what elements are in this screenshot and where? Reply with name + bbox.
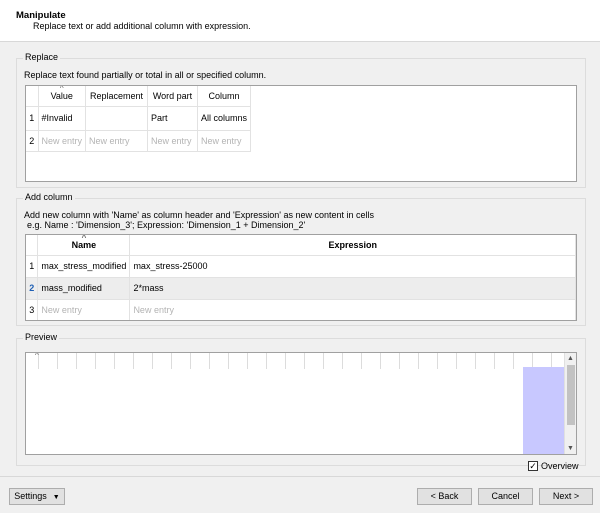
row-number: 1: [26, 106, 39, 131]
overview-label: Overview: [541, 461, 579, 471]
preview-column-divider: [399, 353, 400, 369]
cell-expression[interactable]: 2*mass: [129, 277, 576, 300]
back-button[interactable]: < Back: [417, 488, 472, 505]
preview-column-divider: [76, 353, 77, 369]
preview-column-divider: [342, 353, 343, 369]
cell-value[interactable]: #Invalid: [38, 106, 87, 131]
replace-table[interactable]: ^ Value Replacement Word part Column 1 #I…: [25, 85, 577, 182]
dialog-header: Manipulate Replace text or add additiona…: [0, 0, 600, 42]
scroll-up-icon[interactable]: ▲: [565, 353, 576, 364]
preview-column-divider: [285, 353, 286, 369]
preview-legend: Preview: [23, 332, 60, 342]
sort-caret-icon: ^: [35, 352, 39, 360]
replace-table-header: ^ Value Replacement Word part Column: [26, 86, 252, 107]
preview-column-divider: [323, 353, 324, 369]
preview-column-divider: [361, 353, 362, 369]
preview-column-divider: [304, 353, 305, 369]
next-button[interactable]: Next >: [539, 488, 593, 505]
add-column-legend: Add column: [23, 192, 75, 202]
add-column-group: Add column Add new column with 'Name' as…: [16, 192, 586, 326]
row-number: 2: [26, 130, 39, 152]
cell-name[interactable]: New entry: [37, 299, 131, 320]
replace-legend: Replace: [23, 52, 61, 62]
preview-overview-highlight: [523, 367, 566, 454]
cell-name[interactable]: max_stress_modified: [37, 255, 131, 278]
footer-divider: [0, 476, 600, 477]
sort-caret-icon: ^: [59, 86, 64, 93]
settings-button[interactable]: Settings ▼: [9, 488, 65, 505]
table-row[interactable]: 1 max_stress_modified max_stress-25000: [26, 255, 576, 278]
preview-column-divider: [171, 353, 172, 369]
preview-column-divider: [437, 353, 438, 369]
cell-replacement[interactable]: New entry: [85, 130, 149, 152]
overview-checkbox[interactable]: ✓: [528, 461, 538, 471]
table-row[interactable]: 1 #Invalid Part All columns: [26, 106, 252, 131]
preview-column-divider: [95, 353, 96, 369]
overview-toggle[interactable]: ✓ Overview: [528, 461, 579, 471]
preview-group: Preview ^ ▲ ▼ ✓ Overview: [16, 332, 586, 471]
row-number-header: [26, 86, 39, 107]
cell-replacement[interactable]: [85, 106, 149, 131]
replace-description: Replace text found partially or total in…: [24, 70, 267, 80]
preview-column-divider: [513, 353, 514, 369]
preview-column-divider: [114, 353, 115, 369]
add-column-table[interactable]: ^ Name Expression 1 max_stress_modified m…: [25, 234, 577, 321]
add-column-table-header: ^ Name Expression: [26, 235, 576, 256]
cell-expression[interactable]: max_stress-25000: [129, 255, 576, 278]
column-header-word-part[interactable]: Word part: [147, 86, 199, 107]
cancel-button[interactable]: Cancel: [478, 488, 533, 505]
cell-value[interactable]: New entry: [38, 130, 87, 152]
column-header-column[interactable]: Column: [197, 86, 252, 107]
dialog-subtitle: Replace text or add additional column wi…: [33, 21, 251, 31]
table-row-new-entry[interactable]: 3 New entry New entry: [26, 299, 576, 320]
replace-group: Replace Replace text found partially or …: [16, 52, 586, 188]
preview-column-divider: [190, 353, 191, 369]
column-header-replacement[interactable]: Replacement: [85, 86, 149, 107]
cell-expression[interactable]: New entry: [129, 299, 576, 320]
add-column-example: e.g. Name : 'Dimension_3'; Expression: '…: [27, 220, 306, 230]
column-header-value[interactable]: ^ Value: [38, 86, 87, 107]
preview-column-divider: [380, 353, 381, 369]
table-row-new-entry[interactable]: 2 New entry New entry New entry New entr…: [26, 130, 252, 152]
row-number: 2: [26, 277, 39, 300]
cell-word-part[interactable]: Part: [147, 106, 199, 131]
preview-column-divider: [475, 353, 476, 369]
dropdown-arrow-icon: ▼: [52, 494, 60, 501]
vertical-scrollbar[interactable]: ▲ ▼: [564, 353, 576, 454]
preview-column-divider: [247, 353, 248, 369]
preview-column-divider: [152, 353, 153, 369]
row-number-header: [26, 235, 39, 256]
preview-column-divider: [266, 353, 267, 369]
scrollbar-thumb[interactable]: [567, 365, 575, 425]
preview-column-divider: [133, 353, 134, 369]
preview-column-divider: [494, 353, 495, 369]
cell-name[interactable]: mass_modified: [37, 277, 131, 300]
table-row-selected[interactable]: 2 mass_modified 2*mass: [26, 277, 576, 300]
preview-column-divider: [418, 353, 419, 369]
preview-column-divider: [209, 353, 210, 369]
row-number: 3: [26, 299, 39, 320]
cell-word-part[interactable]: New entry: [147, 130, 199, 152]
row-number: 1: [26, 255, 39, 278]
add-column-description: Add new column with 'Name' as column hea…: [24, 210, 375, 220]
preview-grid[interactable]: ^ ▲ ▼: [25, 352, 577, 455]
column-header-expression[interactable]: Expression: [129, 235, 576, 256]
cell-column[interactable]: New entry: [197, 130, 252, 152]
cell-column[interactable]: All columns: [197, 106, 252, 131]
sort-caret-icon: ^: [81, 235, 87, 242]
dialog-title: Manipulate: [16, 10, 66, 21]
preview-column-ruler: [26, 353, 566, 369]
column-header-name[interactable]: ^ Name: [37, 235, 131, 256]
preview-column-divider: [57, 353, 58, 369]
preview-column-divider: [228, 353, 229, 369]
preview-column-divider: [456, 353, 457, 369]
scroll-down-icon[interactable]: ▼: [565, 443, 576, 454]
